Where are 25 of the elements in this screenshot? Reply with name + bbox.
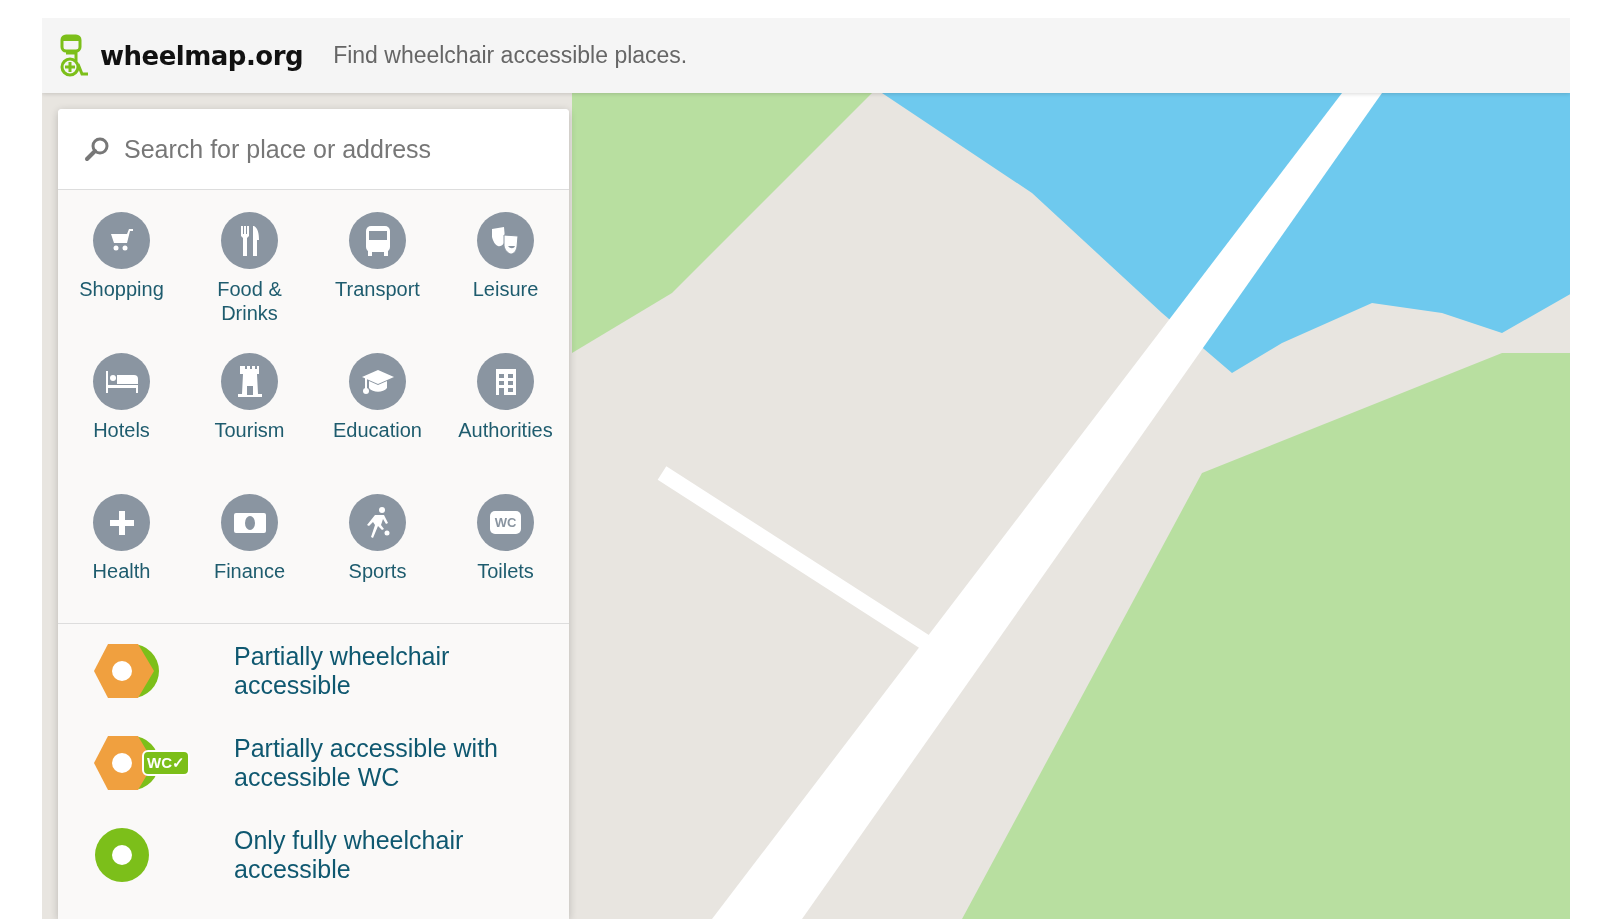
category-button[interactable]: Sports [313,494,442,607]
category-button[interactable]: Education [313,353,442,466]
tagline: Find wheelchair accessible places. [333,42,688,69]
bed-icon [103,368,140,395]
category-button[interactable]: Authorities [441,353,570,466]
category-button[interactable]: Tourism [185,353,314,466]
search-field[interactable]: Search for place or address [58,109,569,190]
search-icon [84,136,110,162]
category-button[interactable]: Transport [313,212,442,325]
category-button[interactable]: Finance [185,494,314,607]
accessibility-filter-option[interactable]: Only fully wheelchair accessible [94,826,569,884]
wc-icon: WC [489,511,522,534]
wheelchair-robot-logo-icon [58,33,90,78]
category-button[interactable]: WC Toilets [441,494,570,607]
site-logo-text[interactable]: wheelmap.org [100,40,304,71]
search-input[interactable]: Search for place or address [122,133,569,165]
banknote-icon [231,510,268,535]
category-button[interactable]: Health [57,494,186,607]
category-button[interactable]: Food & Drinks [185,212,314,325]
category-button[interactable]: Hotels [57,353,186,466]
category-button[interactable]: Leisure [441,212,570,325]
accessibility-filter-option[interactable]: Partially wheelchair accessible [94,642,569,700]
accessibility-filter-option[interactable]: WC✓ Partially accessible with accessible WC [94,734,569,792]
category-button[interactable]: Shopping [57,212,186,325]
full-marker-icon [94,827,150,883]
